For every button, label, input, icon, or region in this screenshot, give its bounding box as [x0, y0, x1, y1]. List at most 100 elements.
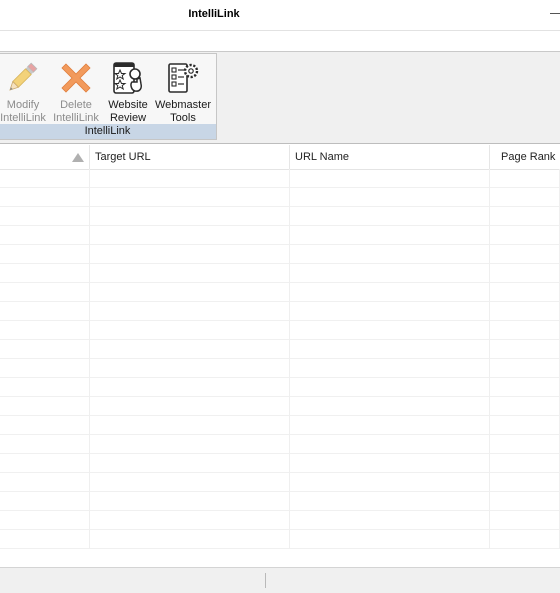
table-cell — [90, 207, 290, 226]
status-separator — [265, 573, 266, 588]
minimize-button[interactable] — [546, 6, 560, 20]
table-row[interactable] — [0, 245, 560, 264]
webmaster-tools-label: Webmaster Tools — [154, 99, 212, 124]
website-review-icon — [113, 62, 142, 94]
table-cell — [290, 397, 490, 416]
table-cell — [290, 473, 490, 492]
intellilink-table[interactable]: Target URL URL Name Page Rank — [0, 145, 560, 566]
table-row[interactable] — [0, 454, 560, 473]
table-cell — [290, 359, 490, 378]
column-header-url-name[interactable]: URL Name — [290, 145, 490, 169]
table-cell — [490, 207, 560, 226]
title-bar: IntelliLink — [0, 0, 560, 31]
table-cell — [90, 397, 290, 416]
table-cell — [0, 188, 90, 207]
table-cell — [490, 511, 560, 530]
table-cell — [490, 283, 560, 302]
table-cell — [0, 378, 90, 397]
ribbon-group-intellilink: Modify IntelliLink Delete IntelliLink We… — [0, 53, 217, 140]
menu-bar — [0, 31, 560, 51]
table-row[interactable] — [0, 378, 560, 397]
table-cell — [290, 245, 490, 264]
table-cell — [490, 359, 560, 378]
table-row[interactable] — [0, 416, 560, 435]
delete-x-icon — [61, 63, 91, 93]
table-row[interactable] — [0, 473, 560, 492]
table-cell — [490, 245, 560, 264]
table-row[interactable] — [0, 207, 560, 226]
table-cell — [0, 530, 90, 549]
table-cell — [0, 492, 90, 511]
table-cell — [90, 378, 290, 397]
table-cell — [0, 397, 90, 416]
website-review-button[interactable]: Website Review — [103, 58, 153, 124]
table-row[interactable] — [0, 264, 560, 283]
table-cell — [90, 302, 290, 321]
table-row[interactable] — [0, 321, 560, 340]
table-row[interactable] — [0, 283, 560, 302]
table-cell — [490, 188, 560, 207]
table-cell — [90, 245, 290, 264]
table-cell — [490, 321, 560, 340]
table-cell — [290, 188, 490, 207]
table-cell — [90, 511, 290, 530]
table-cell — [0, 302, 90, 321]
table-cell — [290, 207, 490, 226]
table-cell — [90, 435, 290, 454]
table-row[interactable] — [0, 530, 560, 549]
table-row[interactable] — [0, 435, 560, 454]
table-row[interactable] — [0, 359, 560, 378]
table-cell — [490, 169, 560, 188]
table-cell — [90, 473, 290, 492]
table-cell — [0, 283, 90, 302]
table-cell — [90, 416, 290, 435]
column-header-sort[interactable] — [0, 145, 90, 169]
table-cell — [290, 226, 490, 245]
table-cell — [290, 530, 490, 549]
table-cell — [0, 416, 90, 435]
table-cell — [290, 283, 490, 302]
website-review-label: Website Review — [108, 99, 148, 124]
table-cell — [490, 302, 560, 321]
table-cell — [90, 188, 290, 207]
table-row[interactable] — [0, 511, 560, 530]
ribbon-group-label: IntelliLink — [0, 124, 216, 139]
table-cell — [90, 283, 290, 302]
table-cell — [490, 435, 560, 454]
table-row[interactable] — [0, 340, 560, 359]
column-header-page-rank[interactable]: Page Rank — [490, 145, 560, 169]
pencil-icon — [9, 62, 38, 91]
delete-intellilink-button[interactable]: Delete IntelliLink — [49, 58, 103, 124]
table-cell — [490, 530, 560, 549]
table-row[interactable] — [0, 169, 560, 188]
table-cell — [290, 492, 490, 511]
webmaster-tools-icon — [168, 63, 199, 93]
table-row[interactable] — [0, 492, 560, 511]
webmaster-tools-button[interactable]: Webmaster Tools — [153, 58, 213, 124]
table-cell — [290, 302, 490, 321]
table-cell — [0, 169, 90, 188]
table-cell — [0, 511, 90, 530]
table-cell — [90, 530, 290, 549]
ribbon: Modify IntelliLink Delete IntelliLink We… — [0, 51, 560, 144]
table-cell — [0, 245, 90, 264]
table-row[interactable] — [0, 397, 560, 416]
table-cell — [290, 511, 490, 530]
table-header: Target URL URL Name Page Rank — [0, 145, 560, 170]
table-row[interactable] — [0, 226, 560, 245]
status-bar — [0, 567, 560, 593]
table-cell — [490, 473, 560, 492]
table-cell — [90, 492, 290, 511]
table-cell — [490, 340, 560, 359]
table-cell — [490, 454, 560, 473]
column-header-target-url[interactable]: Target URL — [90, 145, 290, 169]
window-title: IntelliLink — [188, 8, 240, 20]
table-cell — [0, 340, 90, 359]
modify-intellilink-button[interactable]: Modify IntelliLink — [0, 58, 47, 124]
table-cell — [90, 454, 290, 473]
table-row[interactable] — [0, 188, 560, 207]
table-row[interactable] — [0, 302, 560, 321]
table-cell — [0, 207, 90, 226]
table-cell — [290, 169, 490, 188]
table-cell — [290, 378, 490, 397]
